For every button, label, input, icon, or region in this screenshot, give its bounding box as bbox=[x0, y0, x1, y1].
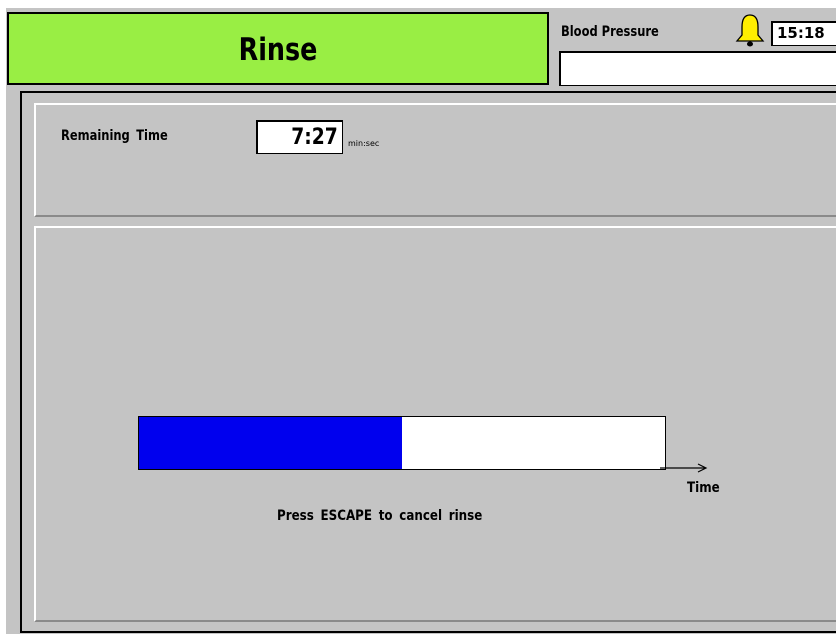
blood-pressure-field bbox=[559, 51, 836, 86]
time-axis-arrow bbox=[660, 463, 708, 473]
mode-title: Rinse bbox=[238, 31, 318, 68]
rinse-progress-bar bbox=[138, 416, 666, 470]
remaining-time-label: Remaining Time bbox=[61, 128, 168, 144]
progress-fill bbox=[139, 417, 402, 469]
time-unit-label: min:sec bbox=[348, 139, 380, 148]
clock-time: 15:18 bbox=[777, 24, 825, 42]
cancel-hint: Press ESCAPE to cancel rinse bbox=[277, 508, 483, 524]
mode-title-box: Rinse bbox=[7, 12, 549, 85]
bell-icon[interactable] bbox=[735, 11, 765, 47]
blood-pressure-label: Blood Pressure bbox=[561, 24, 659, 40]
remaining-time-value: 7:27 bbox=[291, 125, 338, 150]
time-axis-label: Time bbox=[687, 480, 720, 496]
remaining-time-panel bbox=[34, 103, 836, 217]
remaining-time-field: 7:27 bbox=[256, 120, 343, 154]
clock-display: 15:18 bbox=[771, 21, 836, 46]
